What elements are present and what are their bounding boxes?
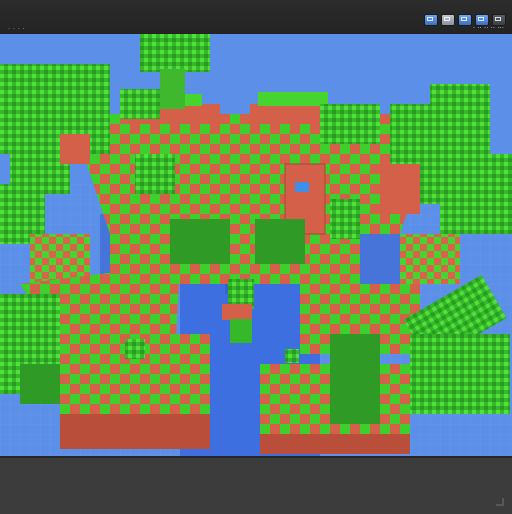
voxel-scene bbox=[0, 34, 512, 456]
view-icon[interactable] bbox=[424, 14, 438, 26]
status-text: · ·· ·· ·· ··· bbox=[472, 24, 504, 32]
3d-viewport[interactable] bbox=[0, 34, 512, 456]
layers-icon[interactable] bbox=[441, 14, 455, 26]
window-title-text: · · · · bbox=[8, 25, 25, 33]
bottom-panel bbox=[0, 456, 512, 514]
top-toolbar: · · · · · ·· ·· ·· ··· bbox=[0, 0, 512, 35]
app-window: · · · · · ·· ·· ·· ··· bbox=[0, 0, 512, 514]
resize-handle-icon[interactable] bbox=[496, 498, 504, 506]
render-icon[interactable] bbox=[458, 14, 472, 26]
